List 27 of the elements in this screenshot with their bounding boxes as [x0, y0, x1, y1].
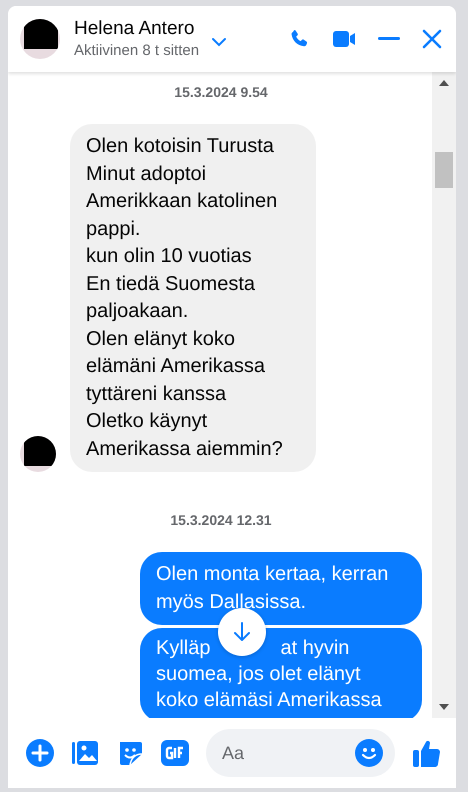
message-text: suomea, jos olet elänyt: [156, 662, 361, 687]
scroll-thumb[interactable]: [435, 152, 453, 188]
message-text: Kylläp: [156, 636, 210, 661]
sender-avatar: [20, 436, 56, 472]
scroll-down-icon[interactable]: [439, 704, 449, 710]
plus-icon[interactable]: [26, 739, 54, 767]
message-timestamp: 15.3.2024 9.54: [174, 84, 268, 100]
photo-icon[interactable]: [71, 739, 99, 767]
emoji-icon[interactable]: [355, 739, 383, 767]
close-icon[interactable]: [422, 29, 442, 49]
thumbs-up-icon[interactable]: [412, 738, 442, 768]
video-camera-icon[interactable]: [332, 29, 356, 49]
chevron-down-icon[interactable]: [211, 37, 228, 47]
message-text: koko elämäsi Amerikassa: [156, 688, 382, 713]
scroll-up-icon[interactable]: [439, 80, 449, 86]
contact-status: Aktiivinen 8 t sitten: [74, 41, 200, 61]
contact-name[interactable]: Helena Antero: [74, 17, 200, 41]
message-text: at hyvin: [280, 636, 350, 661]
arrow-down-icon[interactable]: [232, 621, 252, 643]
gif-icon[interactable]: [161, 740, 189, 766]
message-input[interactable]: Aa: [206, 729, 395, 777]
minimize-icon[interactable]: [378, 37, 400, 41]
incoming-message: Olen kotoisin Turusta Minut adoptoi Amerikkaan katolinen pappi. kun olin 10 vuotias En tiedä Suomesta paljoakaan. Olen elänyt koko elämäni Amerikassa tyttäreni kanssa Oletko käynyt Amerikassa aiemmin?: [70, 124, 316, 472]
message-timestamp: 15.3.2024 12.31: [170, 512, 272, 528]
outgoing-message: Olen monta kertaa, kerran myös Dallasissa.: [140, 552, 422, 625]
avatar[interactable]: [20, 19, 60, 59]
scrollbar[interactable]: [432, 72, 456, 718]
